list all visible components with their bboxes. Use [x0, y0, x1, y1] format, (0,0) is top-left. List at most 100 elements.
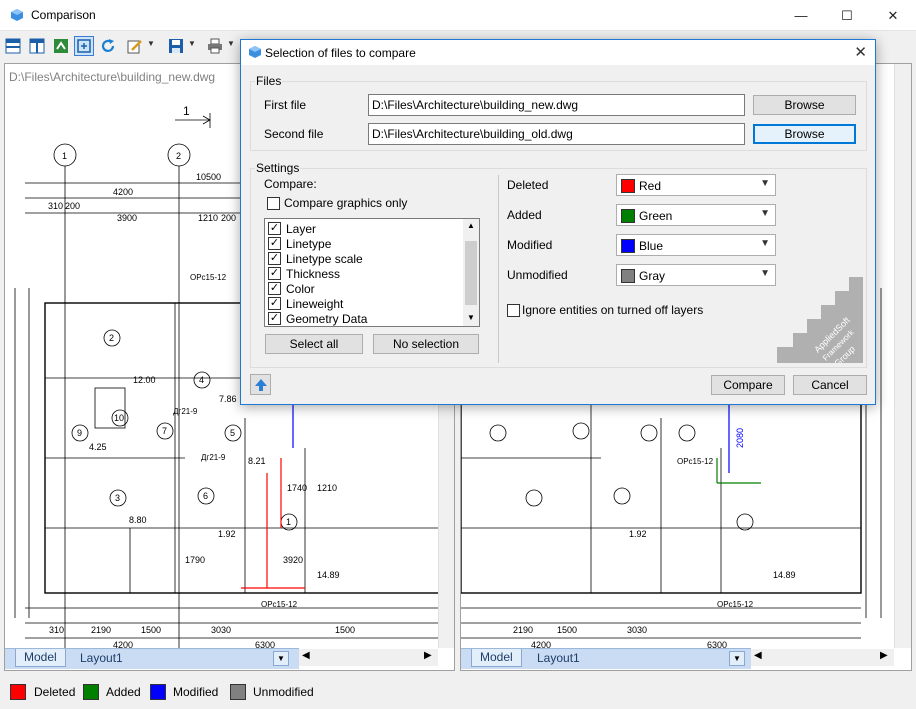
tab-model[interactable]: Model: [15, 649, 66, 667]
checkbox[interactable]: ✓: [268, 222, 281, 235]
room-number: 10: [114, 413, 124, 423]
room-number: 4: [199, 375, 204, 385]
drawing-annotation: 14.89: [773, 570, 796, 580]
room-number: 3: [115, 493, 120, 503]
list-item[interactable]: ✓ Lineweight: [268, 296, 343, 311]
unmodified-color-value: Gray: [639, 269, 666, 283]
tab-model[interactable]: Model: [471, 649, 522, 667]
room-number: 6: [203, 491, 208, 501]
tab-layout1[interactable]: Layout1: [80, 651, 123, 665]
dim-label: 200: [221, 213, 236, 223]
no-selection-button[interactable]: No selection: [373, 334, 479, 354]
dim-label: 2190: [513, 625, 533, 635]
zoom-extents-icon[interactable]: [74, 36, 94, 56]
first-file-input[interactable]: D:\Files\Architecture\building_new.dwg: [368, 94, 745, 116]
left-horizontal-scrollbar[interactable]: ◀ ▶: [299, 649, 438, 666]
app-icon: [249, 46, 261, 58]
edit-dropdown-icon[interactable]: ▼: [147, 39, 155, 48]
checkbox[interactable]: ✓: [268, 282, 281, 295]
scroll-up-icon[interactable]: ▲: [467, 221, 475, 230]
left-layout-tabs: Model Layout1 ▼: [5, 648, 299, 669]
save-dropdown-icon[interactable]: ▼: [188, 39, 196, 48]
checkbox[interactable]: ✓: [268, 237, 281, 250]
list-item[interactable]: ✓ Thickness: [268, 266, 340, 281]
print-dropdown-icon[interactable]: ▼: [227, 39, 235, 48]
split-horizontal-icon[interactable]: [3, 36, 23, 56]
drawing-annotation: 8.80: [129, 515, 147, 525]
scroll-right-icon[interactable]: ▶: [880, 650, 888, 661]
minimize-button[interactable]: —: [778, 0, 824, 31]
edit-settings-icon[interactable]: [125, 36, 145, 56]
dim-label: 6300: [707, 640, 727, 648]
arrow-up-icon[interactable]: [250, 374, 271, 395]
refresh-icon[interactable]: [98, 36, 118, 56]
browse-first-button[interactable]: Browse: [753, 95, 856, 115]
synchronize-views-icon[interactable]: [51, 36, 71, 56]
drawing-annotation: OPc15-12: [677, 457, 714, 466]
cancel-button[interactable]: Cancel: [793, 375, 867, 395]
drawing-annotation: OPc15-12: [190, 273, 227, 282]
list-item[interactable]: ✓ Color: [268, 281, 315, 296]
scroll-left-icon[interactable]: ◀: [754, 650, 762, 661]
deleted-color-select[interactable]: Red ▼: [616, 174, 776, 196]
list-item[interactable]: ✓ Linetype scale: [268, 251, 363, 266]
maximize-button[interactable]: ☐: [824, 0, 870, 31]
select-all-button[interactable]: Select all: [265, 334, 363, 354]
tab-layout1[interactable]: Layout1: [537, 651, 580, 665]
room-number: 2: [109, 333, 114, 343]
dim-label: 1210: [198, 213, 218, 223]
drawing-annotation: Дг21-9: [201, 453, 226, 462]
list-item[interactable]: ✓ Geometry Data: [268, 311, 367, 326]
list-item[interactable]: ✓ Linetype: [268, 236, 331, 251]
chevron-down-icon[interactable]: ▼: [729, 651, 745, 666]
list-item-label: Linetype scale: [286, 251, 363, 266]
dialog-title-bar: Selection of files to compare ✕: [241, 40, 875, 65]
right-horizontal-scrollbar[interactable]: ◀ ▶: [751, 649, 894, 666]
checkbox[interactable]: ✓: [268, 297, 281, 310]
modified-swatch: [150, 684, 166, 700]
close-button[interactable]: ✕: [870, 0, 916, 31]
second-file-input[interactable]: D:\Files\Architecture\building_old.dwg: [368, 123, 745, 145]
properties-list[interactable]: ✓ Layer ✓ Linetype ✓ Linetype scale ✓ Thickn…: [264, 218, 480, 327]
dim-label: 10500: [196, 172, 221, 182]
list-item[interactable]: ✓ Layer: [268, 221, 316, 236]
drawing-annotation: 12.00: [133, 375, 156, 385]
chevron-down-icon[interactable]: ▼: [273, 651, 289, 666]
graphics-only-checkbox[interactable]: [267, 197, 280, 210]
room-number: 9: [77, 428, 82, 438]
dim-label: 3030: [211, 625, 231, 635]
browse-second-button[interactable]: Browse: [753, 124, 856, 144]
modified-dimension: 2080: [735, 428, 745, 448]
save-icon[interactable]: [166, 36, 186, 56]
room-number: 1: [286, 517, 291, 527]
drawing-annotation: 4.25: [89, 442, 107, 452]
dim-label: 4200: [113, 640, 133, 648]
right-vertical-scrollbar[interactable]: [894, 64, 911, 648]
drawing-annotation: OPc15-12: [717, 600, 754, 609]
checkbox[interactable]: ✓: [268, 252, 281, 265]
checkbox[interactable]: ✓: [268, 267, 281, 280]
list-item-label: Color: [286, 281, 315, 296]
right-layout-tabs: Model Layout1 ▼: [461, 648, 751, 669]
scroll-thumb[interactable]: [465, 241, 477, 305]
modified-color-select[interactable]: Blue ▼: [616, 234, 776, 256]
color-legend: Deleted Added Modified Unmodified: [0, 676, 916, 709]
added-color-select[interactable]: Green ▼: [616, 204, 776, 226]
scroll-left-icon[interactable]: ◀: [302, 650, 310, 661]
scroll-right-icon[interactable]: ▶: [424, 650, 432, 661]
dialog-close-button[interactable]: ✕: [854, 43, 867, 61]
ignore-layers-checkbox[interactable]: [507, 304, 520, 317]
drawing-annotation: 8.21: [248, 456, 266, 466]
print-icon[interactable]: [205, 36, 225, 56]
legend-label: Modified: [173, 685, 219, 699]
split-vertical-icon[interactable]: [27, 36, 47, 56]
drawing-annotation: 1740: [287, 483, 307, 493]
dim-label: 6300: [255, 640, 275, 648]
unmodified-color-select[interactable]: Gray ▼: [616, 264, 776, 286]
compare-button[interactable]: Compare: [711, 375, 785, 395]
scroll-down-icon[interactable]: ▼: [467, 313, 475, 322]
compare-files-dialog: Selection of files to compare ✕ Files Fi…: [240, 39, 876, 405]
deleted-color-value: Red: [639, 179, 662, 193]
checkbox[interactable]: ✓: [268, 312, 281, 325]
list-scrollbar[interactable]: ▲ ▼: [463, 219, 479, 326]
